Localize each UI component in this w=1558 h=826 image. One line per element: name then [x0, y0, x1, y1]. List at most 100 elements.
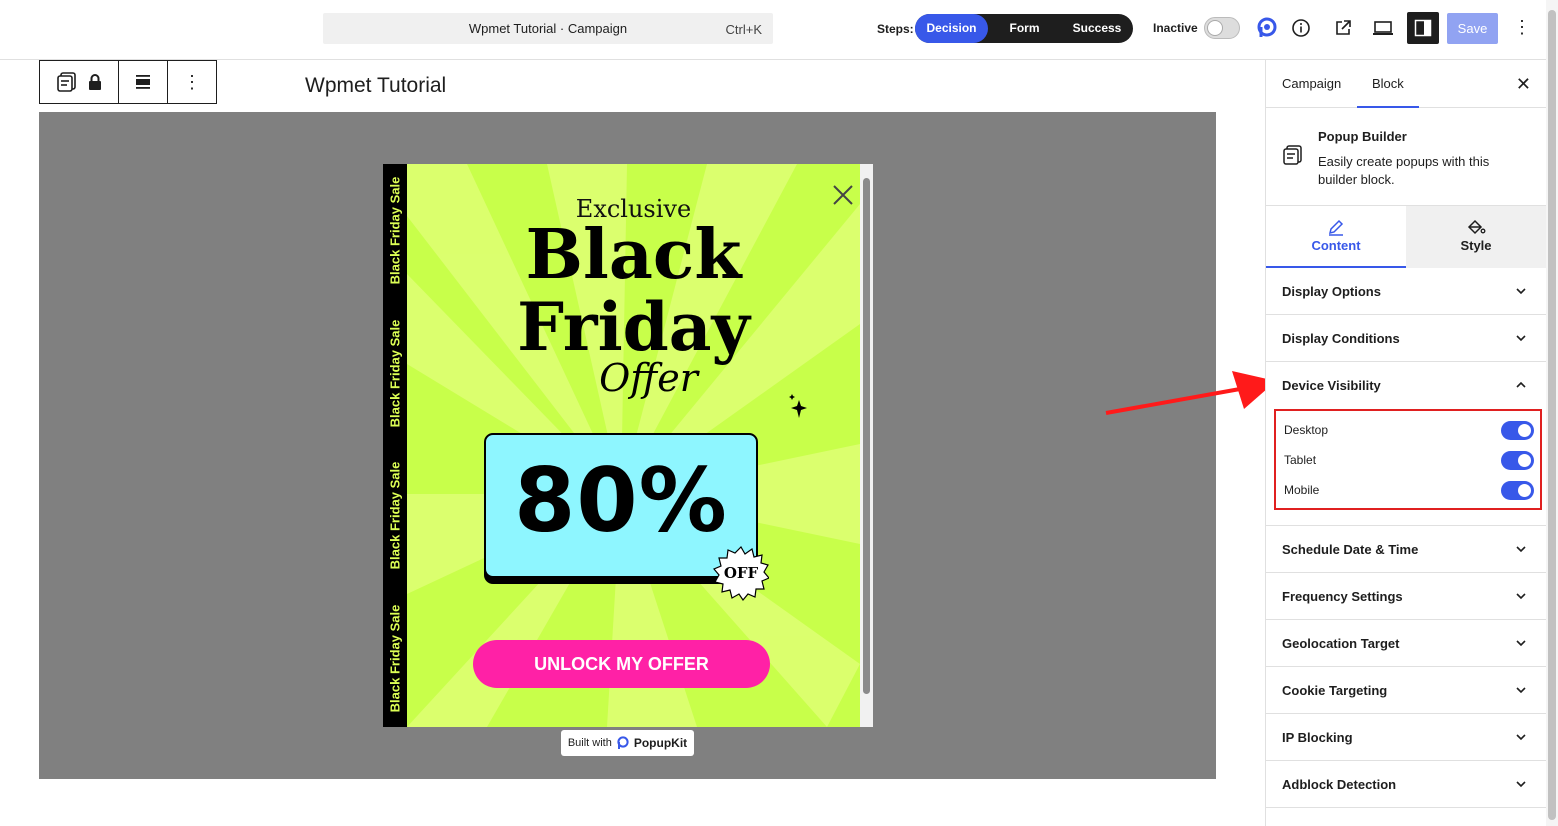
strip-text: Black Friday Sale	[387, 604, 403, 713]
section-label: Cookie Targeting	[1282, 683, 1388, 698]
align-icon	[136, 75, 150, 89]
chevron-down-icon	[1516, 335, 1526, 342]
step-form[interactable]: Form	[988, 14, 1061, 43]
toggle-knob	[1518, 454, 1531, 467]
step-success[interactable]: Success	[1061, 14, 1133, 43]
popupkit-icon	[617, 736, 629, 749]
off-badge-label: OFF	[723, 564, 759, 582]
command-palette-title: Wpmet Tutorial · Campaign	[468, 21, 628, 36]
popupkit-logo-icon[interactable]	[1255, 16, 1279, 40]
chevron-down-icon	[1516, 288, 1526, 295]
off-badge: OFF	[713, 545, 769, 601]
sparkle-icon	[789, 394, 807, 418]
chevron-down-icon	[1516, 640, 1526, 647]
paint-bucket-icon	[1467, 219, 1486, 235]
command-palette-button[interactable]: Wpmet Tutorial · Campaign Ctrl+K	[323, 13, 773, 44]
section-adblock-detection[interactable]: Adblock Detection	[1266, 761, 1547, 808]
section-display-conditions[interactable]: Display Conditions	[1266, 315, 1547, 362]
document-title[interactable]: Wpmet Tutorial	[305, 74, 446, 98]
strip-text: Black Friday Sale	[387, 319, 403, 428]
section-frequency-settings[interactable]: Frequency Settings	[1266, 573, 1547, 620]
command-palette-shortcut: Ctrl+K	[725, 22, 762, 37]
editor-topbar: Wpmet Tutorial · Campaign Ctrl+K Steps: …	[0, 0, 1558, 60]
tab-content[interactable]: Content	[1266, 206, 1406, 268]
chevron-down-icon	[1516, 734, 1526, 741]
block-toolbar: ⋮	[39, 60, 217, 104]
settings-panel: Campaign Block ✕ Popup Builder Easily cr…	[1265, 60, 1547, 826]
tablet-toggle[interactable]	[1501, 451, 1534, 470]
popup-preview[interactable]: Black Friday Sale Black Friday Sale Blac…	[383, 164, 873, 727]
block-card: Popup Builder Easily create popups with …	[1266, 108, 1547, 206]
strip-text: Black Friday Sale	[387, 176, 403, 285]
section-schedule-date-time[interactable]: Schedule Date & Time	[1266, 526, 1547, 573]
device-label: Tablet	[1284, 453, 1317, 467]
mobile-toggle[interactable]	[1501, 481, 1534, 500]
section-ip-blocking[interactable]: IP Blocking	[1266, 714, 1547, 761]
panel-tabs: Campaign Block ✕	[1266, 60, 1547, 108]
section-label: Display Conditions	[1282, 331, 1400, 346]
section-label: Geolocation Target	[1282, 636, 1400, 651]
close-panel-icon[interactable]: ✕	[1516, 74, 1531, 95]
tab-campaign[interactable]: Campaign	[1282, 60, 1341, 108]
block-type-button[interactable]	[40, 61, 119, 103]
unlock-offer-button[interactable]: UNLOCK MY OFFER	[473, 640, 770, 688]
save-button[interactable]: Save	[1447, 13, 1498, 44]
device-row-tablet: Tablet	[1284, 450, 1534, 470]
page-scrollbar[interactable]	[1546, 0, 1558, 826]
side-strip: Black Friday Sale Black Friday Sale Blac…	[383, 164, 407, 727]
section-label: Display Options	[1282, 284, 1381, 299]
popup-builder-icon	[1283, 145, 1302, 165]
strip-text: Black Friday Sale	[387, 461, 403, 570]
chevron-down-icon	[1516, 546, 1526, 553]
campaign-status-toggle[interactable]	[1204, 17, 1240, 39]
heading-black: Black	[525, 215, 742, 295]
built-with-prefix: Built with	[567, 737, 612, 749]
section-cookie-targeting[interactable]: Cookie Targeting	[1266, 667, 1547, 714]
info-icon[interactable]	[1289, 16, 1313, 40]
annotation-arrow	[1105, 371, 1276, 415]
scrollbar-thumb[interactable]	[863, 178, 870, 694]
section-label[interactable]: Device Visibility	[1282, 378, 1381, 393]
built-with-badge[interactable]: Built with PopupKit	[561, 730, 694, 756]
device-row-desktop: Desktop	[1284, 420, 1534, 440]
step-decision[interactable]: Decision	[915, 14, 988, 43]
chevron-up-icon[interactable]	[1515, 379, 1527, 391]
more-options-icon[interactable]: ⋮	[1510, 16, 1534, 40]
campaign-status-label: Inactive	[1153, 21, 1198, 35]
section-geolocation-target[interactable]: Geolocation Target	[1266, 620, 1547, 667]
desktop-toggle[interactable]	[1501, 421, 1534, 440]
lock-icon	[89, 74, 101, 90]
tab-style[interactable]: Style	[1406, 206, 1546, 268]
content-style-tabs: Content Style	[1266, 206, 1547, 268]
external-link-icon[interactable]	[1331, 16, 1355, 40]
tab-style-label: Style	[1460, 238, 1492, 253]
toggle-knob	[1207, 20, 1223, 36]
section-display-options[interactable]: Display Options	[1266, 268, 1547, 315]
block-name: Popup Builder	[1318, 129, 1407, 144]
device-preview-icon[interactable]	[1371, 16, 1395, 40]
section-label: Adblock Detection	[1282, 777, 1397, 792]
device-row-mobile: Mobile	[1284, 480, 1534, 500]
sidebar-icon	[1414, 19, 1432, 37]
chevron-down-icon	[1516, 781, 1526, 788]
pencil-icon	[1328, 219, 1344, 236]
block-options-icon[interactable]: ⋮	[168, 61, 216, 103]
steps-switcher: Decision Form Success	[915, 14, 1133, 43]
section-label: IP Blocking	[1282, 730, 1353, 745]
scrollbar-thumb[interactable]	[1548, 10, 1556, 820]
chevron-down-icon	[1516, 687, 1526, 694]
heading-friday: Friday	[517, 288, 750, 366]
align-button[interactable]	[119, 61, 168, 103]
popup-scrollbar[interactable]	[860, 164, 873, 727]
built-with-brand: PopupKit	[633, 736, 688, 750]
device-label: Desktop	[1284, 423, 1329, 437]
popup-block-icon	[57, 72, 76, 92]
steps-label: Steps:	[877, 22, 914, 36]
block-description: Easily create popups with this builder b…	[1318, 154, 1490, 187]
tab-content-label: Content	[1311, 238, 1361, 253]
settings-sidebar-toggle[interactable]	[1407, 12, 1439, 44]
chevron-down-icon	[1516, 593, 1526, 600]
device-label: Mobile	[1284, 483, 1320, 497]
section-label: Schedule Date & Time	[1282, 542, 1419, 557]
tab-block[interactable]: Block	[1357, 60, 1419, 108]
